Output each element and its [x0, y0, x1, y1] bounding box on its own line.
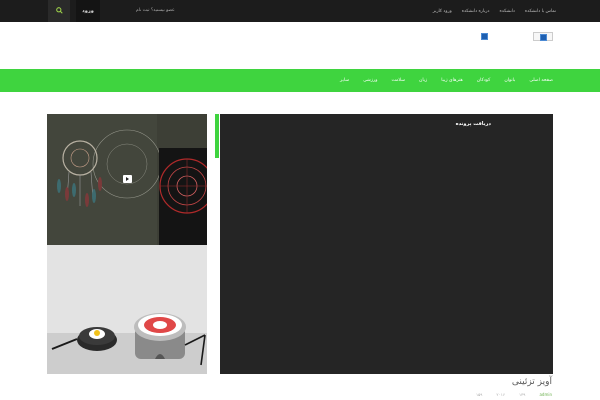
panel-title: دریافت پرونده — [455, 121, 491, 127]
video-thumbnail[interactable] — [47, 114, 207, 245]
post-meta: admin ۱۳۹ ۲۰۱۶ ۱۵۹ — [476, 392, 552, 397]
top-links: تماس با دانشکده دانشکده درباره دانشکده و… — [433, 0, 556, 22]
flag-icon[interactable] — [481, 33, 488, 40]
nav-item-language[interactable]: زبان — [419, 78, 427, 83]
header — [0, 22, 600, 69]
nav-item-health[interactable]: سلامت — [391, 78, 405, 83]
register-link[interactable]: عضو نیستید؟ ثبت نام — [136, 0, 175, 22]
search-icon — [55, 7, 63, 14]
nav-item-kids[interactable]: کودکان — [477, 78, 491, 83]
language-selector[interactable] — [533, 32, 553, 41]
nav-item-other[interactable]: سایر — [340, 78, 349, 83]
nav-item-sports[interactable]: ورزشی — [363, 78, 377, 83]
post-meta-item: ۱۵۹ — [475, 392, 483, 397]
post-title[interactable]: آویز تزئینی — [512, 377, 552, 387]
post-author[interactable]: admin — [539, 392, 552, 397]
post-thumbnail[interactable] — [47, 245, 207, 374]
top-bar: ورود عضو نیستید؟ ثبت نام تماس با دانشکده… — [0, 0, 600, 22]
top-link-college[interactable]: دانشکده — [500, 9, 515, 14]
search-button[interactable] — [48, 0, 70, 22]
play-icon[interactable] — [123, 175, 132, 183]
login-button[interactable]: ورود — [76, 0, 100, 22]
top-link-about[interactable]: درباره دانشکده — [462, 9, 490, 14]
panel-accent-bar — [215, 114, 219, 158]
top-link-contact[interactable]: تماس با دانشکده — [525, 9, 556, 14]
post-meta-item: ۲۰۱۶ — [496, 392, 505, 397]
nav-item-fine-arts[interactable]: هنرهای زیبا — [441, 78, 463, 83]
craft-image — [47, 245, 207, 374]
nav-item-home[interactable]: صفحه اصلی — [529, 78, 553, 83]
post-meta-item: ۱۳۹ — [519, 392, 526, 397]
main-nav: صفحه اصلی بانوان کودکان هنرهای زیبا زبان… — [0, 69, 600, 92]
flag-icon — [540, 34, 547, 41]
nav-item-women[interactable]: بانوان — [504, 78, 515, 83]
top-link-user-login[interactable]: ورود کاربر — [433, 9, 452, 14]
download-panel: دریافت پرونده — [220, 114, 553, 374]
